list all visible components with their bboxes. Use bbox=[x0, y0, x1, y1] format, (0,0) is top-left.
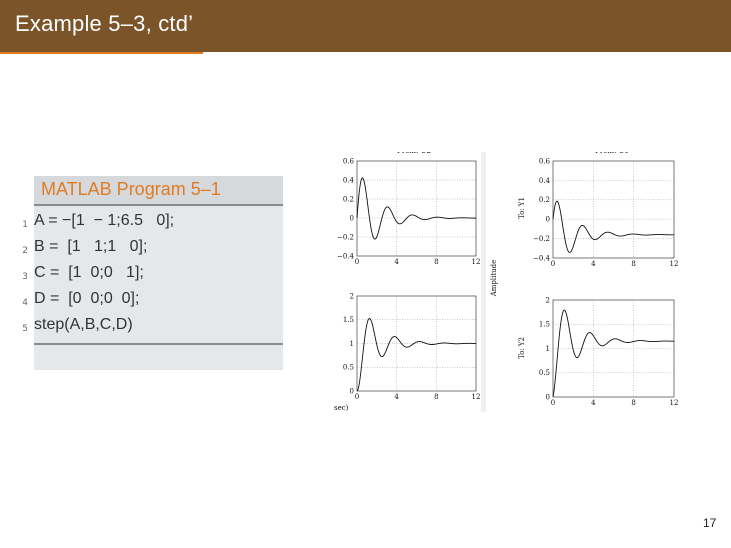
code-line: D = [0 0;0 0]; bbox=[34, 290, 140, 307]
slide-title: Example 5–3, ctd’ bbox=[15, 11, 194, 36]
code-line: B = [1 1;1 0]; bbox=[34, 238, 148, 255]
code-listing-footer-rule bbox=[34, 343, 283, 345]
code-listing: MATLAB Program 5–1 1 A = −[1 − 1;6.5 0];… bbox=[22, 176, 283, 370]
code-line: step(A,B,C,D) bbox=[34, 316, 133, 333]
step-response-figure bbox=[333, 152, 682, 412]
title-underline bbox=[0, 52, 203, 54]
page-number: 17 bbox=[703, 516, 717, 530]
code-line: C = [1 0;0 1]; bbox=[34, 264, 144, 281]
line-number: 5 bbox=[22, 324, 28, 334]
code-listing-header: MATLAB Program 5–1 bbox=[34, 176, 283, 206]
line-number: 1 bbox=[22, 220, 28, 230]
line-number: 2 bbox=[22, 246, 28, 256]
slide-header: Example 5–3, ctd’ bbox=[0, 0, 731, 52]
line-number: 3 bbox=[22, 272, 28, 282]
code-line: A = −[1 − 1;6.5 0]; bbox=[34, 212, 175, 229]
code-listing-title: MATLAB Program 5–1 bbox=[41, 179, 221, 199]
figure-gutter bbox=[481, 152, 486, 412]
line-number: 4 bbox=[22, 298, 28, 308]
